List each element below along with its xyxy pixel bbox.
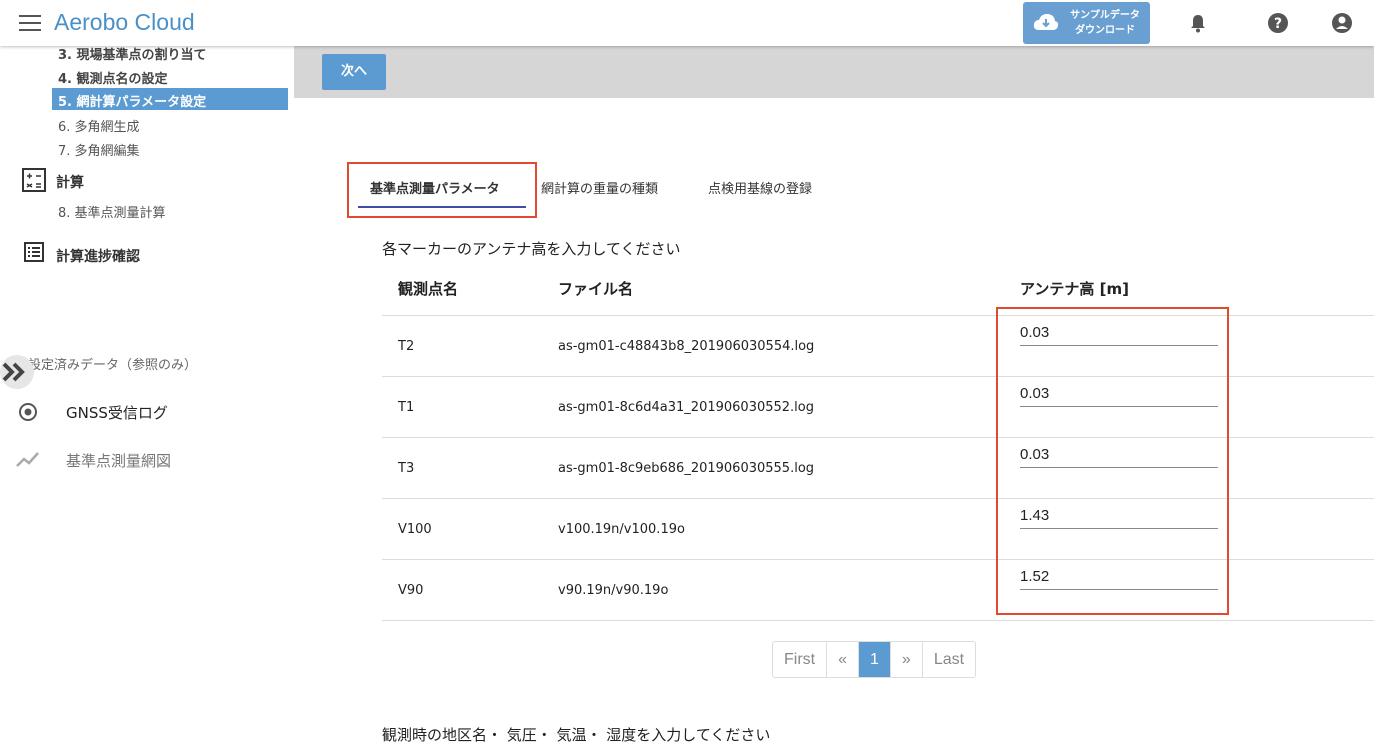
app-header: Aerobo Cloud サンプルデータ ダウンロード ? (0, 0, 1374, 46)
reference-data-label: 設定済みデータ（参照のみ） (28, 358, 198, 373)
conditions-instruction: 観測時の地区名・ 気圧・ 気温・ 湿度を入力してください (382, 726, 771, 744)
sidebar-step-7[interactable]: 7. 多角網編集 (58, 140, 140, 159)
menu-icon[interactable] (19, 15, 41, 31)
table-cell-point: V100 (398, 522, 432, 537)
next-button[interactable]: 次へ (322, 54, 386, 90)
tab-check-baseline[interactable]: 点検用基線の登録 (708, 178, 812, 197)
sidebar: 3. 現場基準点の割り当て 4. 観測点名の設定 5. 網計算パラメータ設定 6… (0, 46, 294, 745)
bell-icon[interactable] (1187, 12, 1209, 34)
nav-network-diagram[interactable]: 基準点測量網図 (66, 450, 171, 471)
table-cell-point: T3 (398, 461, 415, 476)
table-cell-file: v90.19n/v90.19o (558, 583, 669, 598)
table-cell-file: as-gm01-8c9eb686_201906030555.log (558, 461, 815, 476)
row-divider (382, 620, 1374, 621)
sidebar-step-8[interactable]: 8. 基準点測量計算 (58, 202, 166, 221)
cloud-download-icon (1033, 14, 1059, 30)
calculator-icon (22, 168, 46, 192)
nav-gnss-log[interactable]: GNSS受信ログ (66, 402, 168, 423)
sample-data-download-button[interactable]: サンプルデータ ダウンロード (1023, 2, 1150, 44)
sidebar-step-4[interactable]: 4. 観測点名の設定 (58, 68, 168, 87)
page-first-button[interactable]: First (773, 642, 828, 677)
column-header-file: ファイル名 (558, 280, 634, 298)
table-cell-file: v100.19n/v100.19o (558, 522, 685, 537)
list-icon (24, 242, 44, 262)
sidebar-step-5-active[interactable]: 5. 網計算パラメータ設定 (52, 88, 288, 110)
page-prev-button[interactable]: « (827, 642, 860, 677)
highlight-box-tab (347, 162, 537, 218)
sidebar-step-3[interactable]: 3. 現場基準点の割り当て (58, 44, 207, 63)
antenna-instruction: 各マーカーのアンテナ高を入力してください (382, 240, 681, 258)
pagination: First « 1 » Last (772, 641, 977, 678)
download-label-2: ダウンロード (1075, 25, 1135, 36)
action-toolbar: 次へ (294, 46, 1374, 98)
column-header-point: 観測点名 (398, 280, 459, 298)
page-last-button[interactable]: Last (923, 642, 975, 677)
column-header-antenna: アンテナ高 [m] (1020, 280, 1129, 298)
table-cell-file: as-gm01-8c6d4a31_201906030552.log (558, 400, 815, 415)
sidebar-step-6[interactable]: 6. 多角網生成 (58, 116, 140, 135)
double-chevron-right-icon (2, 362, 25, 382)
table-cell-point: T2 (398, 339, 415, 354)
sidebar-section-progress[interactable]: 計算進捗確認 (56, 246, 140, 266)
help-icon[interactable]: ? (1267, 12, 1289, 34)
table-cell-point: T1 (398, 400, 415, 415)
page-current-button[interactable]: 1 (859, 642, 891, 677)
tab-weight-type[interactable]: 網計算の重量の種類 (541, 178, 658, 197)
highlight-box-antenna (996, 307, 1229, 615)
collapse-sidebar-button[interactable] (0, 355, 34, 389)
svg-text:?: ? (1274, 16, 1282, 32)
table-cell-point: V90 (398, 583, 424, 598)
table-cell-file: as-gm01-c48843b8_201906030554.log (558, 339, 815, 354)
page-next-button[interactable]: » (891, 642, 923, 677)
download-label-1: サンプルデータ (1070, 10, 1140, 21)
sidebar-section-calc: 計算 (56, 175, 84, 191)
radio-target-icon (19, 403, 37, 421)
account-icon[interactable] (1331, 12, 1353, 34)
app-title: Aerobo Cloud (54, 9, 195, 35)
network-chart-icon (16, 452, 39, 467)
